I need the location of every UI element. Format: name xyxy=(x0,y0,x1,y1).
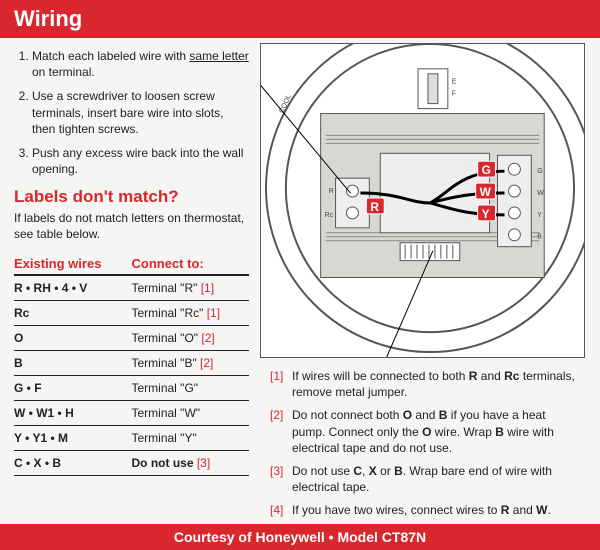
header-bar: Wiring xyxy=(0,0,600,38)
wire-tag-g: G xyxy=(478,161,496,177)
col-connect: Connect to: xyxy=(132,253,250,275)
term-label-r: R xyxy=(329,188,334,195)
table-row: OTerminal "O" [2] xyxy=(14,325,249,350)
svg-text:Y: Y xyxy=(482,207,490,221)
table-row: C • X • BDo not use [3] xyxy=(14,450,249,475)
table-row: W • W1 • HTerminal "W" xyxy=(14,400,249,425)
wire-tag-w: W xyxy=(476,183,496,199)
term-label-b: B xyxy=(537,234,542,241)
wire-tag-r: R xyxy=(366,198,384,214)
svg-text:W: W xyxy=(480,185,492,199)
wire-table: Existing wires Connect to: R • RH • 4 • … xyxy=(14,253,249,476)
term-label-w: W xyxy=(537,190,544,197)
term-label-g: G xyxy=(537,168,542,175)
note-item: [1]If wires will be connected to both R … xyxy=(270,368,580,400)
note-item: [4]If you have two wires, connect wires … xyxy=(270,502,580,518)
col-existing: Existing wires xyxy=(14,253,132,275)
svg-text:R: R xyxy=(370,200,379,214)
content-area: Match each labeled wire with same letter… xyxy=(0,38,600,530)
term-label-rc: Rc xyxy=(325,212,334,219)
switch-ef-f: F xyxy=(452,91,456,98)
instruction-1: Match each labeled wire with same letter… xyxy=(32,48,249,80)
table-row: Y • Y1 • MTerminal "Y" xyxy=(14,425,249,450)
reference-notes: [1]If wires will be connected to both R … xyxy=(270,368,580,526)
instruction-3: Push any excess wire back into the wall … xyxy=(32,145,249,177)
left-column: Match each labeled wire with same letter… xyxy=(14,48,249,476)
note-item: [3]Do not use C, X or B. Wrap bare end o… xyxy=(270,463,580,495)
term-label-y: Y xyxy=(537,212,542,219)
instruction-list: Match each labeled wire with same letter… xyxy=(14,48,249,177)
table-row: G • FTerminal "G" xyxy=(14,375,249,400)
footer-bar: Courtesy of Honeywell • Model CT87N xyxy=(0,524,600,550)
cool-label: COOL xyxy=(278,93,293,114)
table-row: RcTerminal "Rc" [1] xyxy=(14,300,249,325)
switch-ef-e: E xyxy=(452,79,457,86)
svg-text:G: G xyxy=(482,163,491,177)
mismatch-heading: Labels don't match? xyxy=(14,187,249,207)
note-item: [2]Do not connect both O and B if you ha… xyxy=(270,407,580,456)
table-row: BTerminal "B" [2] xyxy=(14,350,249,375)
mismatch-sub: If labels do not match letters on thermo… xyxy=(14,211,249,242)
wiring-diagram: R Rc G W Y B E F COOL xyxy=(260,43,585,358)
table-row: R • RH • 4 • VTerminal "R" [1] xyxy=(14,275,249,301)
instruction-2: Use a screwdriver to loosen screw termin… xyxy=(32,88,249,137)
wire-tag-y: Y xyxy=(478,205,496,221)
